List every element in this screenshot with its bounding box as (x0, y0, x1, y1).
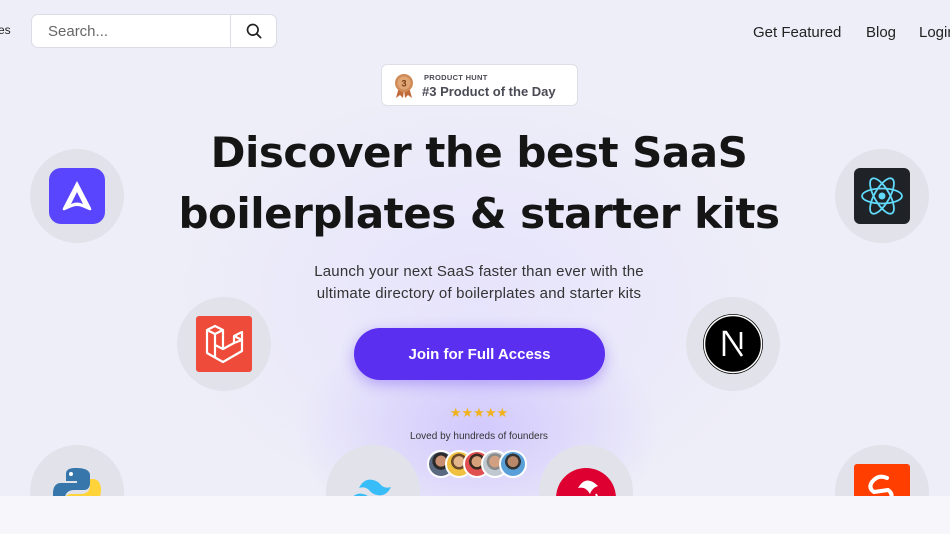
svelte-logo-icon (854, 464, 910, 496)
badge-label: PRODUCT HUNT (424, 73, 488, 82)
nav-blog[interactable]: Blog (866, 24, 896, 41)
laravel-logo-icon (196, 316, 252, 372)
python-logo-icon (53, 468, 101, 496)
nextjs-card[interactable] (686, 297, 780, 391)
product-hunt-badge[interactable]: 3 PRODUCT HUNT #3 Product of the Day (381, 64, 578, 106)
svg-text:3: 3 (401, 79, 406, 89)
hero-section: es Get Featured Blog Login 3 PRODUCT HUN… (0, 0, 950, 496)
adonis-logo-icon (49, 168, 105, 224)
nav-get-featured[interactable]: Get Featured (753, 24, 841, 41)
laravel-card[interactable] (177, 297, 271, 391)
page-title: Discover the best SaaS boilerplates & st… (0, 122, 950, 244)
tailwind-logo-icon (353, 479, 391, 496)
search-button[interactable] (230, 15, 276, 47)
subtitle-line-1: Launch your next SaaS faster than ever w… (314, 263, 644, 280)
headline-line-1: Discover the best SaaS (210, 128, 748, 177)
angular-logo-icon (556, 468, 616, 496)
social-proof-text: Loved by hundreds of founders (410, 431, 548, 442)
headline-line-2: boilerplates & starter kits (178, 189, 780, 238)
svelte-card[interactable] (835, 445, 929, 496)
avatar-group (427, 450, 527, 480)
nextjs-logo-icon (703, 314, 763, 374)
search-bar (31, 14, 277, 48)
angular-card[interactable] (539, 445, 633, 496)
nav-login[interactable]: Login (919, 24, 950, 41)
brand-name[interactable]: es (0, 23, 11, 37)
avatar (499, 450, 527, 478)
badge-title: #3 Product of the Day (422, 84, 556, 99)
react-logo-icon (854, 168, 910, 224)
medal-icon: 3 (395, 74, 413, 98)
python-card[interactable] (30, 445, 124, 496)
tailwind-card[interactable] (326, 445, 420, 496)
subtitle-line-2: ultimate directory of boilerplates and s… (316, 285, 642, 302)
page-background (0, 496, 950, 534)
rating-stars: ★★★★★ (449, 405, 509, 420)
join-button[interactable]: Join for Full Access (354, 328, 605, 380)
search-icon (246, 23, 262, 39)
react-card[interactable] (835, 149, 929, 243)
search-input[interactable] (32, 15, 230, 47)
adonis-card[interactable] (30, 149, 124, 243)
